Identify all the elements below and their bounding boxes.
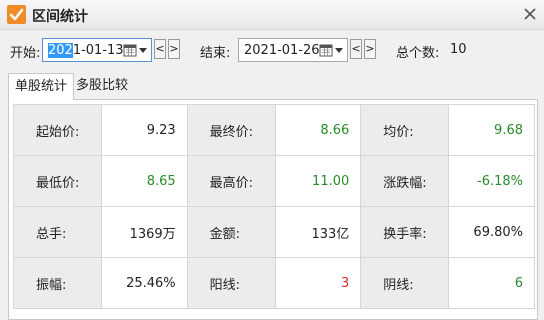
stat-label: 最高价: [186,155,276,207]
stat-value: 8.65 [100,155,188,207]
stat-label: 最低价: [13,155,102,207]
stat-label: 涨跌幅: [360,155,450,207]
stats-panel: 起始价: 9.23 最终价: 8.66 均价: 9.68 最低价: 8.65 最高价: 11.00… [8,99,538,320]
calendar-icon[interactable] [123,43,137,57]
tab-multi-stock[interactable]: 多股比较 [70,73,135,100]
total-label: 总个数: [396,46,440,61]
stats-row: 起始价: 9.23 最终价: 8.66 均价: 9.68 [13,104,535,156]
stat-value: 9.68 [448,104,535,156]
start-date-value[interactable]: 2021-01-13 [48,43,124,58]
stat-value: -6.18% [448,155,535,207]
stat-label: 总手: [13,206,102,258]
end-prev-button[interactable]: < [350,39,362,59]
start-label: 开始: [10,46,41,61]
end-label: 结束: [200,46,231,61]
stat-label: 均价: [360,104,450,156]
stats-row: 最低价: 8.65 最高价: 11.00 涨跌幅: -6.18% [13,155,535,207]
stat-label: 振幅: [13,257,102,309]
chevron-down-icon[interactable] [335,48,343,53]
stat-value: 69.80% [448,206,535,258]
window-title: 区间统计 [32,9,88,25]
stat-label: 阳线: [186,257,276,309]
stat-value: 1369万 [100,206,188,258]
start-date-selected-text: 202 [48,43,73,58]
stat-label: 最终价: [186,104,276,156]
stat-value: 133亿 [274,206,362,258]
stat-value: 9.23 [100,104,188,156]
end-date-picker[interactable]: 2021-01-26 [238,38,348,62]
start-date-rest-text: 1-01-13 [72,43,124,58]
total-value: 10 [450,42,467,57]
calendar-icon[interactable] [319,43,333,57]
stat-value: 3 [274,257,362,309]
start-prev-button[interactable]: < [154,39,166,59]
close-icon [524,8,536,20]
stat-value: 11.00 [274,155,362,207]
stat-label: 起始价: [13,104,102,156]
end-next-button[interactable]: > [364,39,376,59]
checkmark-icon [7,5,26,24]
stat-value: 6 [448,257,535,309]
stat-value: 8.66 [274,104,362,156]
stat-value: 25.46% [100,257,188,309]
close-button[interactable] [520,4,540,24]
date-range-toolbar: 开始: 2021-01-13 < > 结束: 2021-01-26 < > 总个… [0,30,544,70]
stats-table: 起始价: 9.23 最终价: 8.66 均价: 9.68 最低价: 8.65 最高价: 11.00… [13,104,535,309]
stats-row: 振幅: 25.46% 阳线: 3 阴线: 6 [13,257,535,309]
start-next-button[interactable]: > [168,39,180,59]
start-date-picker[interactable]: 2021-01-13 [42,38,152,62]
stat-label: 换手率: [360,206,450,258]
title-bar: 区间统计 [0,0,544,30]
stat-label: 阴线: [360,257,450,309]
stat-label: 金额: [186,206,276,258]
stats-row: 总手: 1369万 金额: 133亿 换手率: 69.80% [13,206,535,258]
tab-single-stock[interactable]: 单股统计 [8,73,75,100]
chevron-down-icon[interactable] [139,48,147,53]
end-date-value[interactable]: 2021-01-26 [244,43,320,58]
